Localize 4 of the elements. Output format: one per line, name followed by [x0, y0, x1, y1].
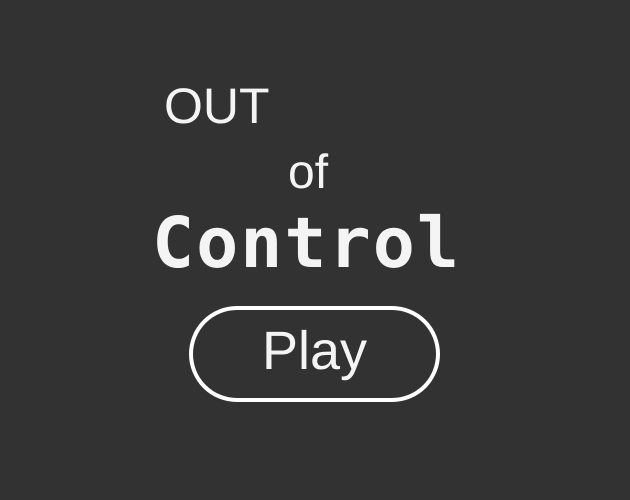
title-text: OUT [164, 77, 270, 136]
play-button[interactable]: Play [189, 306, 440, 402]
title-text: Control [152, 206, 462, 280]
title-text: of [288, 145, 328, 201]
